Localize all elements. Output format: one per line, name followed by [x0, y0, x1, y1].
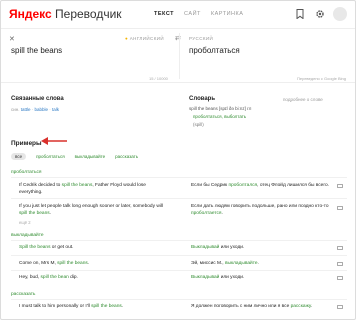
top-tabs: ТЕКСТ САЙТ КАРТИНКА: [154, 11, 251, 17]
dictionary-translation[interactable]: выболтать: [224, 114, 246, 119]
related-word[interactable]: babble: [35, 107, 49, 112]
transcription: [spɪl ðə biːnz]: [219, 106, 246, 111]
example-group-label[interactable]: выкладывайте: [11, 233, 44, 238]
headword: spill the beans: [189, 106, 218, 111]
chip-filter[interactable]: рассказать: [115, 154, 138, 159]
related-words-list: син. tattle · babble · talk: [11, 107, 60, 112]
example-source: Hey, bud, spill the bean dip.: [19, 275, 78, 280]
example-source-icon[interactable]: [337, 206, 343, 210]
char-counter: 15 / 10000: [149, 76, 168, 81]
show-more-link[interactable]: ещё 2: [19, 220, 31, 225]
example-translation: Эй, миссис М., выкладывайте.: [191, 261, 259, 266]
example-group-label[interactable]: проболтаться: [11, 170, 41, 175]
tab-site[interactable]: САЙТ: [184, 11, 201, 17]
logo-brand: Яндекс: [9, 7, 52, 21]
related-word[interactable]: tattle: [21, 107, 31, 112]
logo[interactable]: Яндекс Переводчик: [9, 7, 122, 21]
translator-window: Яндекс Переводчик ТЕКСТ САЙТ КАРТИНКА ✕ …: [0, 0, 356, 320]
clear-icon[interactable]: ✕: [9, 35, 15, 43]
translation-panels: ✕ ● АНГЛИЙСКИЙ ⇄ РУССКИЙ spill the beans…: [1, 29, 355, 83]
source-language[interactable]: ● АНГЛИЙСКИЙ: [125, 36, 164, 41]
example-translation: Если бы Седрик проболтался, отец Флойд л…: [191, 183, 329, 188]
example-filter-chips: все проболтаться выкладывайте рассказать: [11, 153, 138, 160]
example-source: I must talk to him personally or I'll sp…: [19, 304, 124, 309]
example-source: If you just let people talk long enough …: [19, 204, 163, 216]
gear-icon[interactable]: [313, 7, 327, 21]
example-group-label[interactable]: рассказать: [11, 292, 35, 297]
part-of-speech: гл: [247, 106, 252, 111]
example-translation: Выкладывай или уходи.: [191, 245, 245, 250]
divider: [11, 198, 347, 199]
header: Яндекс Переводчик ТЕКСТ САЙТ КАРТИНКА: [1, 1, 355, 29]
panel-divider: [179, 33, 180, 79]
chip-all[interactable]: все: [11, 153, 27, 160]
source-language-label: АНГЛИЙСКИЙ: [129, 36, 164, 41]
divider: [11, 240, 347, 241]
synonym-prefix: син.: [11, 107, 20, 112]
auto-detect-icon: ●: [125, 36, 129, 41]
example-source: If Cedrik decided to spill the beans, Fa…: [19, 183, 146, 195]
divider: [11, 177, 347, 178]
example-translation: Выкладывай или уходи.: [191, 275, 245, 280]
example-source-icon[interactable]: [337, 276, 343, 280]
translation-output: проболтаться: [189, 46, 240, 55]
example-source: Come on, Mrs M, spill the beans.: [19, 261, 90, 266]
examples-title: Примеры: [11, 140, 42, 147]
example-source-icon[interactable]: [337, 246, 343, 250]
dictionary-translation[interactable]: проболтаться,: [193, 114, 223, 119]
related-words-title: Связанные слова: [11, 96, 64, 102]
source-text-input[interactable]: spill the beans: [11, 46, 62, 55]
tab-image[interactable]: КАРТИНКА: [211, 11, 243, 17]
tab-text[interactable]: ТЕКСТ: [154, 11, 174, 17]
example-translation: Я должен поговорить с ним лично или я вс…: [191, 304, 313, 309]
avatar[interactable]: [333, 7, 347, 21]
dictionary-note: (spill): [193, 122, 204, 127]
dictionary-translations: проболтаться, выболтать: [193, 114, 246, 119]
powered-by: Переведено с Google Bing: [297, 76, 346, 81]
example-source-icon[interactable]: [337, 184, 343, 188]
target-language[interactable]: РУССКИЙ: [189, 36, 213, 41]
dictionary-more-link[interactable]: подробнее о слове: [283, 97, 323, 102]
divider: [11, 255, 347, 256]
arrow-annotation-icon: [41, 137, 67, 145]
example-source-icon[interactable]: [337, 305, 343, 309]
divider: [11, 270, 347, 271]
chip-filter[interactable]: проболтаться: [36, 154, 65, 159]
chip-filter[interactable]: выкладывайте: [75, 154, 106, 159]
example-source: Spill the beans or get out.: [19, 245, 74, 250]
dictionary-title: Словарь: [189, 96, 216, 102]
header-icons: [293, 7, 347, 21]
example-translation: Если дать людям говорить подольше, рано …: [191, 204, 329, 216]
divider: [11, 299, 347, 300]
logo-service: Переводчик: [55, 7, 122, 21]
example-source-icon[interactable]: [337, 262, 343, 266]
dictionary-headword: spill the beans [spɪl ðə biːnz] гл: [189, 106, 251, 111]
related-word[interactable]: talk: [52, 107, 59, 112]
bookmark-icon[interactable]: [293, 7, 307, 21]
